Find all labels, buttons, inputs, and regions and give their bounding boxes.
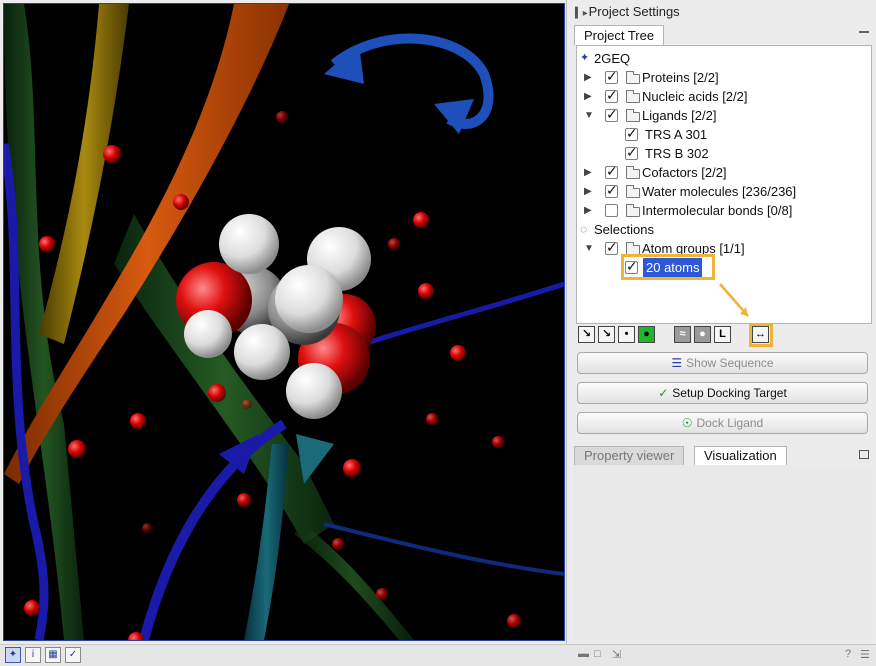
tree-item-trs-b-302[interactable]: ✓ TRS B 302 — [577, 144, 867, 163]
checkbox[interactable]: ✓ — [625, 125, 638, 141]
molecule-viewport[interactable] — [3, 3, 565, 641]
expand-arrow-icon[interactable]: ▶ — [584, 201, 594, 220]
minimize-icon[interactable]: ▬ — [578, 648, 589, 660]
visualization-pane — [574, 465, 872, 643]
tree-item-water-molecules[interactable]: ▶ ✓ Water molecules [236/236] — [577, 182, 867, 201]
checkbox[interactable]: ✓ — [605, 68, 618, 84]
folder-icon — [626, 109, 640, 122]
collapse-arrow-icon[interactable]: ▼ — [584, 106, 594, 125]
status-bar: ✦ i ▦ ✓ ▬ □ ⇲ ? ☰ — [0, 644, 876, 666]
collapse-arrow-icon[interactable]: ▼ — [584, 239, 594, 258]
menu-icon[interactable]: ☰ — [860, 648, 870, 661]
expand-arrow-icon[interactable]: ▶ — [584, 163, 594, 182]
tree-item-trs-a-301[interactable]: ✓ TRS A 301 — [577, 125, 867, 144]
expand-arrow-icon[interactable]: ▶ — [584, 87, 594, 106]
folder-icon — [626, 185, 640, 198]
checkbox[interactable]: ✓ — [625, 258, 638, 274]
checkbox[interactable]: ✓ — [605, 182, 618, 198]
stick-style-icon[interactable]: ↘ — [598, 326, 615, 343]
checkbox[interactable]: ✓ — [605, 163, 618, 179]
collapse-icon[interactable]: ▍▸ — [575, 8, 588, 19]
expand-arrow-icon[interactable]: ▶ — [584, 182, 594, 201]
setup-docking-target-button[interactable]: ✓ Setup Docking Target — [577, 382, 868, 404]
cpk-style-icon[interactable]: ● — [638, 326, 655, 343]
docking-target-icon: ✓ — [658, 386, 669, 400]
checkbox[interactable] — [605, 204, 618, 217]
minimize-panel-icon[interactable] — [859, 31, 869, 33]
document-icon[interactable]: ▦ — [45, 647, 61, 663]
cartoon-style-icon[interactable]: ≈ — [674, 326, 691, 343]
restore-panel-icon[interactable] — [859, 450, 869, 459]
checkbox[interactable]: ✓ — [605, 239, 618, 255]
ball-stick-style-icon[interactable]: • — [618, 326, 635, 343]
tab-project-tree[interactable]: Project Tree — [574, 25, 665, 45]
line-style-icon[interactable]: ↘ — [578, 326, 595, 343]
tree-root-label: 2GEQ — [594, 51, 631, 66]
checkbox[interactable]: ✓ — [605, 106, 618, 122]
project-icon: ✦ — [580, 52, 590, 64]
tree-toolbar: ↘ ↘ • ● ≈ ● L ↔ — [576, 323, 876, 347]
info-icon[interactable]: i — [25, 647, 41, 663]
selection-cursor-icon: ◌ — [580, 222, 588, 236]
tree-item-ligands[interactable]: ▼ ✓ Ligands [2/2] — [577, 106, 867, 125]
project-settings-title: Project Settings — [588, 4, 680, 19]
tab-visualization[interactable]: Visualization — [694, 446, 787, 465]
molecule-render — [4, 4, 564, 640]
distance-measure-icon[interactable]: ↔ — [752, 326, 769, 343]
dock-ligand-button[interactable]: ☉ Dock Ligand — [577, 412, 868, 434]
tree-item-cofactors[interactable]: ▶ ✓ Cofactors [2/2] — [577, 163, 867, 182]
folder-icon[interactable]: □ — [594, 648, 601, 660]
viewer-tabs: Property viewer Visualization — [574, 446, 872, 466]
folder-icon — [626, 90, 640, 103]
project-tabs: Project Tree — [574, 25, 873, 45]
checklist-icon[interactable]: ✓ — [65, 647, 81, 663]
tree-item-intermolecular-bonds[interactable]: ▶ Intermolecular bonds [0/8] — [577, 201, 867, 220]
tree-item-nucleic-acids[interactable]: ▶ ✓ Nucleic acids [2/2] — [577, 87, 867, 106]
checkbox[interactable]: ✓ — [625, 144, 638, 160]
tab-property-viewer[interactable]: Property viewer — [574, 446, 685, 465]
show-sequence-button[interactable]: ☰ Show Sequence — [577, 352, 868, 374]
folder-icon — [626, 166, 640, 179]
checkbox[interactable]: ✓ — [605, 87, 618, 103]
surface-style-icon[interactable]: ● — [694, 326, 711, 343]
help-icon[interactable]: ? — [845, 648, 851, 660]
sequence-icon: ☰ — [671, 356, 683, 370]
tree-item-20-atoms[interactable]: ✓ 20 atoms — [577, 258, 867, 277]
expand-icon[interactable]: ⇲ — [612, 648, 621, 661]
folder-icon — [626, 204, 640, 217]
label-icon[interactable]: L — [714, 326, 731, 343]
folder-icon — [626, 71, 640, 84]
tree-item-proteins[interactable]: ▶ ✓ Proteins [2/2] — [577, 68, 867, 87]
dock-ligand-icon: ☉ — [681, 416, 693, 430]
project-settings-header[interactable]: ▍▸ Project Settings — [575, 4, 871, 22]
expand-arrow-icon[interactable]: ▶ — [584, 68, 594, 87]
tree-selections[interactable]: ◌ Selections — [580, 220, 867, 239]
project-view-icon[interactable]: ✦ — [5, 647, 21, 663]
